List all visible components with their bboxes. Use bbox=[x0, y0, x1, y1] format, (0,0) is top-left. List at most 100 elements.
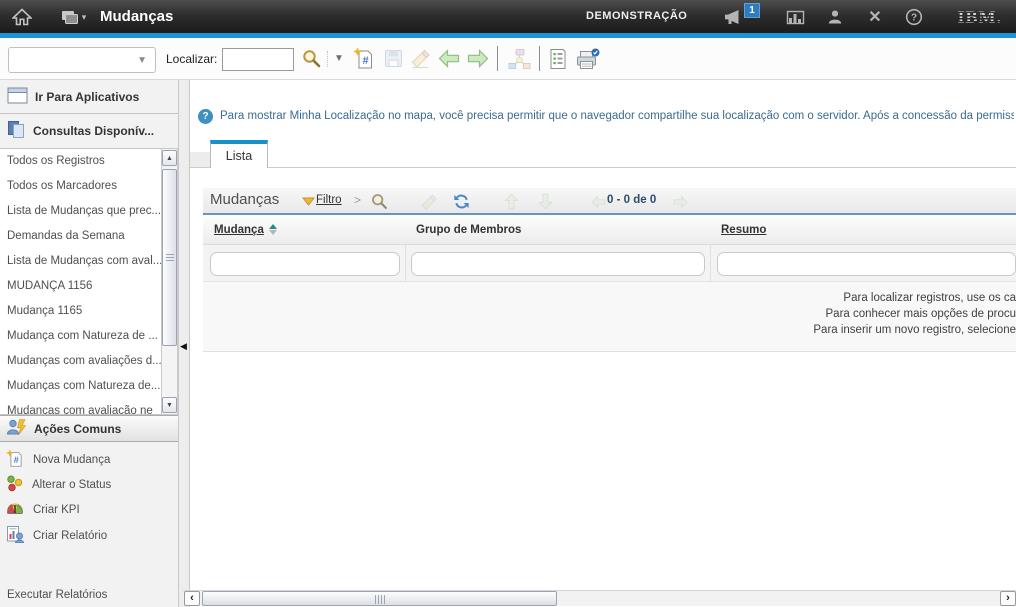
new-record-icon[interactable]: # bbox=[352, 46, 376, 71]
table-toolbar: Mudanças Filtro > bbox=[203, 188, 1016, 215]
scrollbar-grip bbox=[166, 254, 174, 262]
announcements-icon[interactable] bbox=[722, 7, 744, 27]
save-icon bbox=[381, 46, 405, 71]
next-page-icon bbox=[670, 192, 690, 211]
common-actions-icon bbox=[6, 418, 27, 440]
scrollbar-thumb[interactable] bbox=[162, 169, 177, 346]
next-record-icon[interactable] bbox=[466, 46, 490, 71]
svg-text:#: # bbox=[14, 455, 19, 465]
scrollbar-thumb[interactable] bbox=[202, 591, 557, 606]
filter-input-grupo-de-membros[interactable] bbox=[411, 252, 705, 276]
environment-label: DEMONSTRAÇÃO bbox=[586, 0, 687, 33]
empty-message-line: Para inserir um novo registro, selecione bbox=[203, 322, 1016, 338]
divider bbox=[539, 46, 540, 71]
query-item[interactable]: Lista de Mudanças que prec... bbox=[0, 199, 161, 224]
close-icon[interactable]: ✕ bbox=[864, 7, 886, 27]
sidebar-item-available-queries[interactable]: Consultas Disponív... bbox=[0, 114, 178, 147]
notification-badge[interactable]: 1 bbox=[744, 3, 760, 18]
query-item[interactable]: Mudanças com avaliações d... bbox=[0, 349, 161, 374]
clear-changes-icon bbox=[408, 46, 432, 71]
column-label[interactable]: Mudança bbox=[214, 224, 264, 236]
sidebar-splitter[interactable]: ◀ bbox=[178, 80, 190, 607]
go-to-applications-icon[interactable]: ▾ bbox=[58, 7, 88, 27]
tab-lista[interactable]: Lista bbox=[210, 140, 268, 168]
search-icon[interactable] bbox=[299, 46, 323, 71]
action-run-reports[interactable]: Executar Relatórios bbox=[0, 584, 178, 607]
chevron-down-icon: ▾ bbox=[82, 12, 87, 23]
info-help-icon: ? bbox=[198, 109, 213, 124]
section-title: Ações Comuns bbox=[34, 422, 121, 436]
ibm-logo: IBM. bbox=[958, 7, 1003, 28]
filter-input-resumo[interactable] bbox=[717, 252, 1016, 276]
table-filter-row bbox=[203, 245, 1016, 282]
sidebar: Ir Para Aplicativos Consultas Disponív..… bbox=[0, 80, 178, 607]
divider bbox=[327, 51, 328, 67]
table-title: Mudanças bbox=[210, 191, 279, 208]
sidebar-section-common-actions[interactable]: Ações Comuns bbox=[0, 415, 178, 442]
page-title: Mudanças bbox=[100, 0, 173, 33]
table-header-row: Mudança Grupo de Membros Resumo bbox=[203, 215, 1016, 245]
home-icon[interactable] bbox=[11, 7, 33, 27]
find-label: Localizar: bbox=[166, 38, 217, 80]
kpi-gauge-icon bbox=[6, 502, 24, 518]
info-message-row: ? Para mostrar Minha Localização no mapa… bbox=[198, 107, 1014, 125]
action-create-report[interactable]: Criar Relatório bbox=[0, 523, 178, 548]
action-label: Alterar o Status bbox=[32, 479, 111, 491]
filter-input-mudanca[interactable] bbox=[210, 252, 400, 276]
refresh-icon[interactable] bbox=[451, 192, 471, 211]
query-item[interactable]: Mudança com Natureza de ... bbox=[0, 324, 161, 349]
table-search-icon[interactable] bbox=[369, 192, 389, 211]
sidebar-item-label: Ir Para Aplicativos bbox=[35, 90, 139, 104]
query-list-scrollbar[interactable]: ▲ ▼ bbox=[161, 148, 178, 415]
scroll-left-icon[interactable]: ‹ bbox=[184, 591, 200, 606]
table-clear-icon bbox=[419, 192, 439, 211]
empty-table-message: Para localizar registros, use os ca Para… bbox=[203, 282, 1016, 352]
pagination-label: 0 - 0 de 0 bbox=[607, 194, 656, 206]
column-label: Grupo de Membros bbox=[416, 224, 521, 236]
print-icon[interactable] bbox=[573, 46, 601, 71]
sidebar-item-go-to-applications[interactable]: Ir Para Aplicativos bbox=[0, 80, 178, 114]
query-item[interactable]: Demandas da Semana bbox=[0, 224, 161, 249]
action-new-change[interactable]: # Nova Mudança bbox=[0, 447, 178, 472]
column-header-resumo[interactable]: Resumo bbox=[710, 215, 1016, 244]
window-icon bbox=[7, 87, 28, 107]
user-profile-icon[interactable] bbox=[824, 7, 846, 27]
find-input[interactable] bbox=[222, 48, 294, 71]
filter-link[interactable]: Filtro bbox=[316, 194, 342, 206]
search-options-caret-icon[interactable]: ▼ bbox=[334, 53, 344, 64]
svg-text:#: # bbox=[362, 55, 368, 67]
column-label[interactable]: Resumo bbox=[721, 224, 766, 236]
query-item[interactable]: Todos os Registros bbox=[0, 149, 161, 174]
top-navigation-bar: ▾ Mudanças DEMONSTRAÇÃO 1 ✕ ? IBM. bbox=[0, 0, 1016, 33]
reports-chart-icon[interactable] bbox=[784, 7, 806, 27]
column-header-mudanca[interactable]: Mudança bbox=[203, 215, 405, 244]
filter-collapse-icon[interactable] bbox=[298, 192, 318, 211]
divider bbox=[710, 245, 711, 282]
results-table: Mudanças Filtro > bbox=[203, 188, 1016, 352]
scroll-right-icon[interactable]: › bbox=[1000, 591, 1016, 606]
new-record-icon: # bbox=[6, 449, 24, 471]
query-item[interactable]: Mudança 1165 bbox=[0, 299, 161, 324]
query-item[interactable]: Todos os Marcadores bbox=[0, 174, 161, 199]
action-create-kpi[interactable]: Criar KPI bbox=[0, 497, 178, 522]
action-label: Criar KPI bbox=[33, 504, 80, 516]
query-item[interactable]: MUDANÇA 1156 bbox=[0, 274, 161, 299]
chevron-right-icon[interactable]: > bbox=[354, 193, 361, 207]
help-icon[interactable]: ? bbox=[903, 7, 925, 27]
move-up-icon bbox=[501, 192, 521, 211]
query-select[interactable]: ▼ bbox=[8, 47, 156, 73]
scroll-down-icon[interactable]: ▼ bbox=[162, 397, 177, 413]
sort-icon[interactable] bbox=[269, 224, 277, 235]
run-reports-icon[interactable] bbox=[546, 46, 570, 71]
scrollbar-grip bbox=[375, 595, 385, 604]
query-item[interactable]: Mudanças com Natureza de... bbox=[0, 374, 161, 399]
scroll-up-icon[interactable]: ▲ bbox=[162, 150, 177, 166]
main-content: ? Para mostrar Minha Localização no mapa… bbox=[190, 80, 1016, 607]
collapse-sidebar-icon[interactable]: ◀ bbox=[180, 341, 187, 352]
query-item[interactable]: Lista de Mudanças com aval... bbox=[0, 249, 161, 274]
query-item[interactable]: Mudanças com avaliação ne bbox=[0, 399, 161, 415]
action-change-status[interactable]: Alterar o Status bbox=[0, 472, 178, 497]
previous-record-icon[interactable] bbox=[437, 46, 461, 71]
horizontal-scrollbar[interactable]: ‹ › bbox=[183, 590, 1016, 606]
workflow-icon bbox=[504, 46, 534, 71]
